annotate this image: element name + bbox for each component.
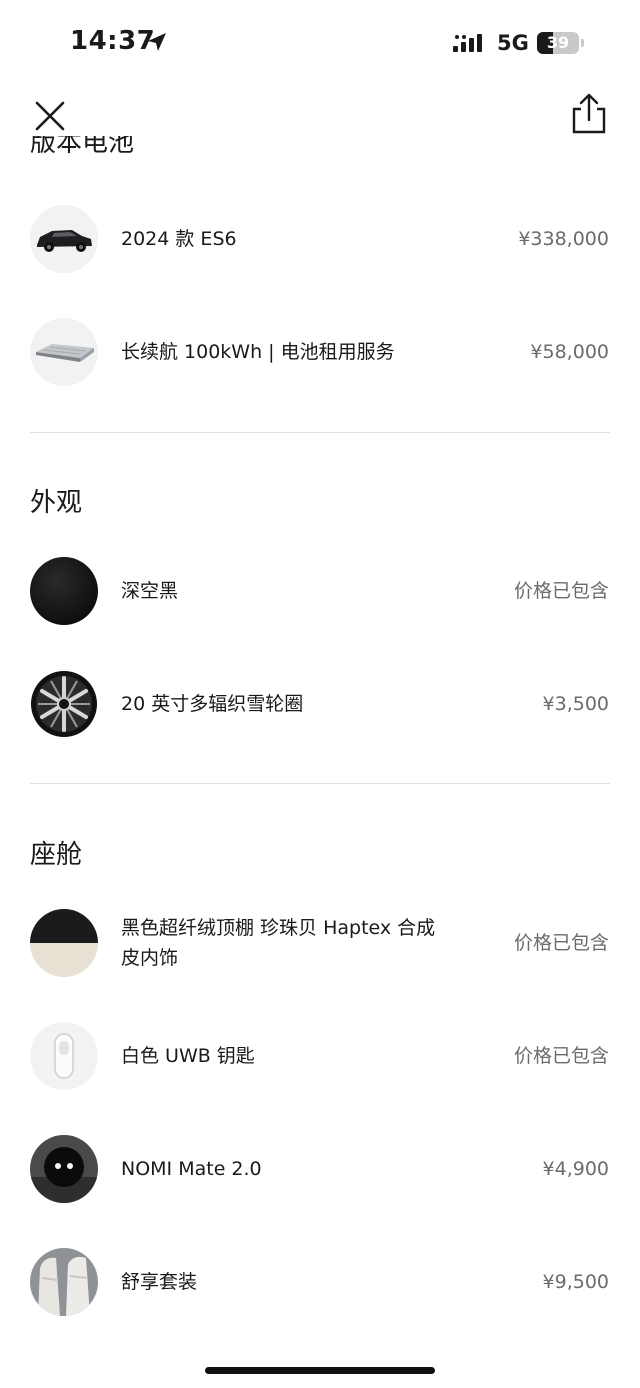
status-time: 14:37	[70, 26, 156, 56]
section-divider	[30, 783, 610, 784]
config-item-interior[interactable]: 黑色超纤绒顶棚 珍珠贝 Haptex 合成皮内饰 价格已包含	[0, 909, 640, 979]
battery-pack-thumbnail	[30, 318, 98, 386]
item-name: 白色 UWB 钥匙	[121, 1045, 255, 1067]
item-name: 2024 款 ES6	[121, 228, 237, 250]
item-price: ¥9,500	[542, 1271, 609, 1293]
config-item-battery[interactable]: 长续航 100kWh | 电池租用服务 ¥58,000	[0, 318, 640, 388]
cellular-signal-icon	[453, 34, 482, 52]
section-title-exterior: 外观	[30, 488, 83, 518]
battery-icon: 39	[537, 32, 579, 54]
section-title-cabin: 座舱	[30, 840, 83, 870]
item-name: 长续航 100kWh | 电池租用服务	[121, 341, 395, 363]
item-price: 价格已包含	[513, 580, 609, 602]
item-name: NOMI Mate 2.0	[121, 1158, 262, 1180]
config-item-key[interactable]: 白色 UWB 钥匙 价格已包含	[0, 1022, 640, 1092]
item-price: ¥4,900	[542, 1158, 609, 1180]
network-type: 5G	[497, 31, 529, 55]
clipped-section-title: 版本电池	[30, 136, 230, 162]
seat-package-thumbnail	[30, 1248, 98, 1316]
config-item-wheels[interactable]: 20 英寸多辐织雪轮圈 ¥3,500	[0, 670, 640, 740]
battery-percentage: 39	[546, 33, 570, 52]
item-name: 黑色超纤绒顶棚 珍珠贝 Haptex 合成皮内饰	[121, 917, 436, 969]
suv-car-thumbnail	[30, 205, 98, 273]
config-item-vehicle[interactable]: 2024 款 ES6 ¥338,000	[0, 205, 640, 275]
home-indicator[interactable]	[205, 1367, 435, 1374]
config-item-nomi[interactable]: NOMI Mate 2.0 ¥4,900	[0, 1135, 640, 1205]
status-bar: 14:37 5G 39	[0, 0, 640, 88]
location-arrow-icon	[148, 33, 166, 51]
item-price: ¥58,000	[530, 341, 609, 363]
item-name: 舒享套装	[121, 1271, 198, 1293]
nomi-robot-thumbnail	[30, 1135, 98, 1203]
section-divider	[30, 432, 610, 433]
nav-bar	[0, 88, 640, 138]
close-icon	[35, 101, 65, 131]
config-item-paint[interactable]: 深空黑 价格已包含	[0, 557, 640, 627]
item-price: 价格已包含	[513, 932, 609, 954]
uwb-key-thumbnail	[30, 1022, 98, 1090]
item-price: ¥3,500	[542, 693, 609, 715]
close-button[interactable]	[30, 96, 70, 136]
clipped-section-title-text: 版本电池	[30, 136, 135, 158]
interior-color-swatch	[30, 909, 98, 977]
battery-nub	[581, 39, 584, 47]
item-name: 20 英寸多辐织雪轮圈	[121, 693, 304, 715]
item-name: 深空黑	[121, 580, 179, 602]
config-item-seat-package[interactable]: 舒享套装 ¥9,500	[0, 1248, 640, 1318]
black-paint-swatch	[30, 557, 98, 625]
item-price: ¥338,000	[518, 228, 609, 250]
wheel-rim-thumbnail	[30, 670, 98, 738]
item-price: 价格已包含	[513, 1045, 609, 1067]
share-icon	[572, 93, 606, 134]
share-button[interactable]	[568, 92, 610, 136]
